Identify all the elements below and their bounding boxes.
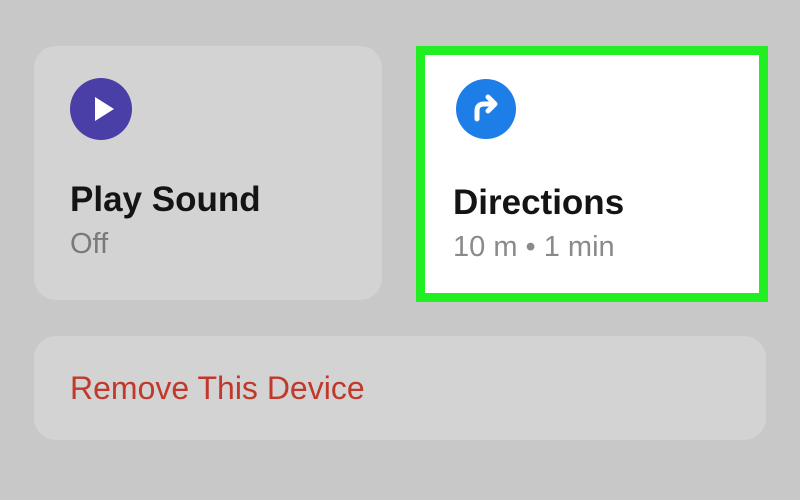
play-sound-card[interactable]: Play Sound Off [34,46,382,300]
remove-device-button[interactable]: Remove This Device [34,336,766,440]
turn-right-arrow-icon [456,79,516,139]
play-icon [70,78,132,140]
directions-card[interactable]: Directions 10 m • 1 min [416,46,768,302]
find-my-device-actions-screen: Play Sound Off Directions 10 m • 1 min R… [0,0,800,500]
directions-distance-time: 10 m • 1 min [453,231,615,263]
directions-title: Directions [453,183,625,222]
play-sound-title: Play Sound [70,180,261,219]
play-sound-status: Off [70,228,109,260]
remove-device-label: Remove This Device [70,370,365,406]
